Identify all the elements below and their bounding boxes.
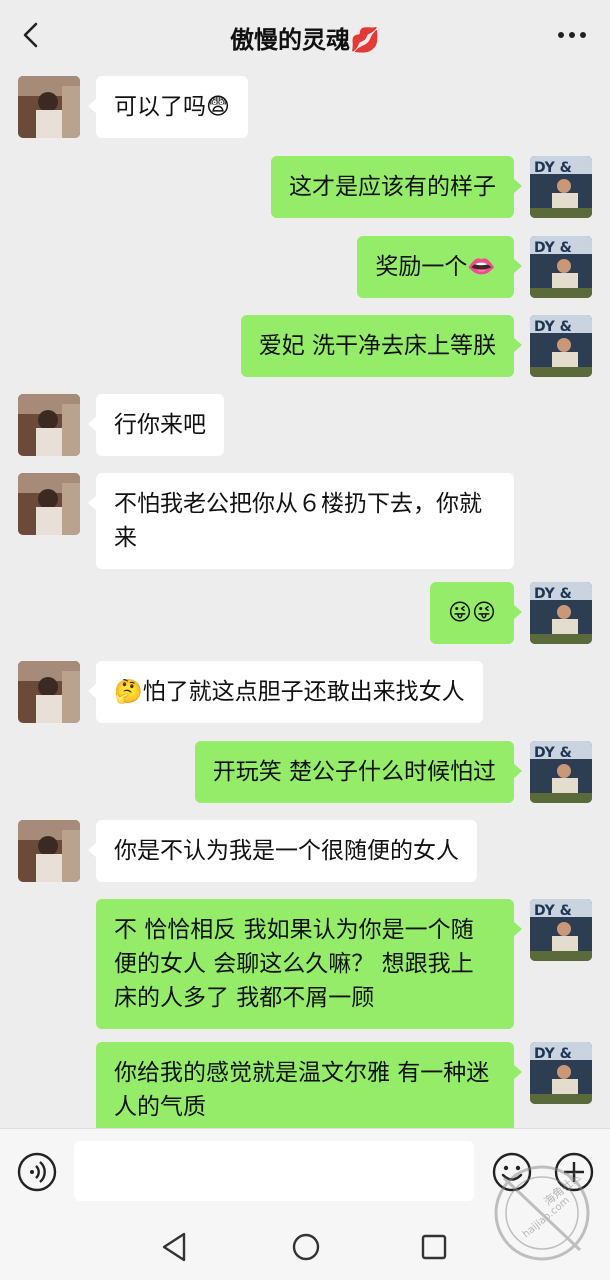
message-bubble-outgoing[interactable]: 这才是应该有的样子 xyxy=(271,156,522,218)
message-bubble-incoming[interactable]: 🤔怕了就这点胆子还敢出来找女人 xyxy=(88,661,483,723)
self-avatar[interactable]: DY & xyxy=(530,899,592,961)
self-avatar[interactable]: DY & xyxy=(530,156,592,218)
contact-avatar[interactable] xyxy=(18,76,80,138)
message-text: 你给我的感觉就是温文尔雅 有一种迷人的气质 xyxy=(114,1060,490,1120)
message-bubble-incoming[interactable]: 行你来吧 xyxy=(88,394,224,456)
watermark-logo: 海角社区 haijiao.com xyxy=(494,1165,590,1261)
message-text: 开玩笑 楚公子什么时候怕过 xyxy=(212,759,496,785)
self-avatar[interactable]: DY & xyxy=(530,315,592,377)
message-text: 行你来吧 xyxy=(114,412,206,438)
message-text: 奖励一个👄 xyxy=(375,254,496,280)
message-bubble-outgoing[interactable]: 爱妃 洗干净去床上等朕 xyxy=(240,315,523,377)
message-text: 🤔怕了就这点胆子还敢出来找女人 xyxy=(114,679,465,705)
square-recents-icon xyxy=(421,1234,447,1260)
message-text: 不 恰恰相反 我如果认为你是一个随便的女人 会聊这么久嘛？ 想跟我上床的人多了 … xyxy=(114,917,474,1011)
nav-home-button[interactable] xyxy=(289,1230,323,1264)
message-bubble-outgoing[interactable]: 开玩笑 楚公子什么时候怕过 xyxy=(194,741,523,803)
self-avatar[interactable]: DY & xyxy=(530,582,592,644)
message-text: 😜😜 xyxy=(448,600,496,626)
contact-avatar[interactable] xyxy=(18,473,80,535)
avatar-text: DY & xyxy=(534,160,572,176)
avatar-text: DY & xyxy=(534,319,572,335)
self-avatar[interactable]: DY & xyxy=(530,1042,592,1104)
message-text: 你是不认为我是一个很随便的女人 xyxy=(114,838,459,864)
contact-avatar[interactable] xyxy=(18,820,80,882)
message-bubble-outgoing[interactable]: 你给我的感觉就是温文尔雅 有一种迷人的气质 xyxy=(96,1042,522,1128)
circle-home-icon xyxy=(292,1233,320,1261)
message-bubble-incoming[interactable]: 你是不认为我是一个很随便的女人 xyxy=(88,820,477,882)
chat-title: 傲慢的灵魂💋 xyxy=(230,26,380,54)
message-bubble-outgoing[interactable]: 不 恰恰相反 我如果认为你是一个随便的女人 会聊这么久嘛？ 想跟我上床的人多了 … xyxy=(96,899,522,1029)
triangle-back-icon xyxy=(162,1232,186,1262)
self-avatar[interactable]: DY & xyxy=(530,741,592,803)
message-text: 这才是应该有的样子 xyxy=(289,174,496,200)
nav-back-button[interactable] xyxy=(160,1230,190,1264)
message-text: 不怕我老公把你从６楼扔下去，你就来 xyxy=(114,491,482,551)
voice-button[interactable] xyxy=(16,1151,58,1193)
avatar-text: DY & xyxy=(534,903,572,919)
contact-avatar[interactable] xyxy=(18,661,80,723)
message-text: 可以了吗😨 xyxy=(114,94,230,120)
message-text: 爱妃 洗干净去床上等朕 xyxy=(258,333,496,359)
nav-recents-button[interactable] xyxy=(419,1230,449,1264)
message-bubble-outgoing[interactable]: 😜😜 xyxy=(430,582,522,644)
voice-icon xyxy=(17,1152,57,1192)
avatar-text: DY & xyxy=(534,1046,572,1062)
message-bubble-incoming[interactable]: 不怕我老公把你从６楼扔下去，你就来 xyxy=(88,473,514,569)
message-input[interactable] xyxy=(74,1141,474,1201)
self-avatar[interactable]: DY & xyxy=(530,236,592,298)
avatar-text: DY & xyxy=(534,240,572,256)
avatar-text: DY & xyxy=(534,745,572,761)
message-list[interactable]: 可以了吗😨 这才是应该有的样子 DY & 奖励一个👄 DY & 爱妃 洗干净去床… xyxy=(0,70,610,1128)
more-button[interactable] xyxy=(552,18,592,52)
contact-avatar[interactable] xyxy=(18,394,80,456)
message-bubble-outgoing[interactable]: 奖励一个👄 xyxy=(357,236,522,298)
more-dots-icon xyxy=(558,32,586,38)
avatar-text: DY & xyxy=(534,586,572,602)
chat-header: 傲慢的灵魂💋 xyxy=(0,0,610,70)
message-bubble-incoming[interactable]: 可以了吗😨 xyxy=(88,76,248,138)
